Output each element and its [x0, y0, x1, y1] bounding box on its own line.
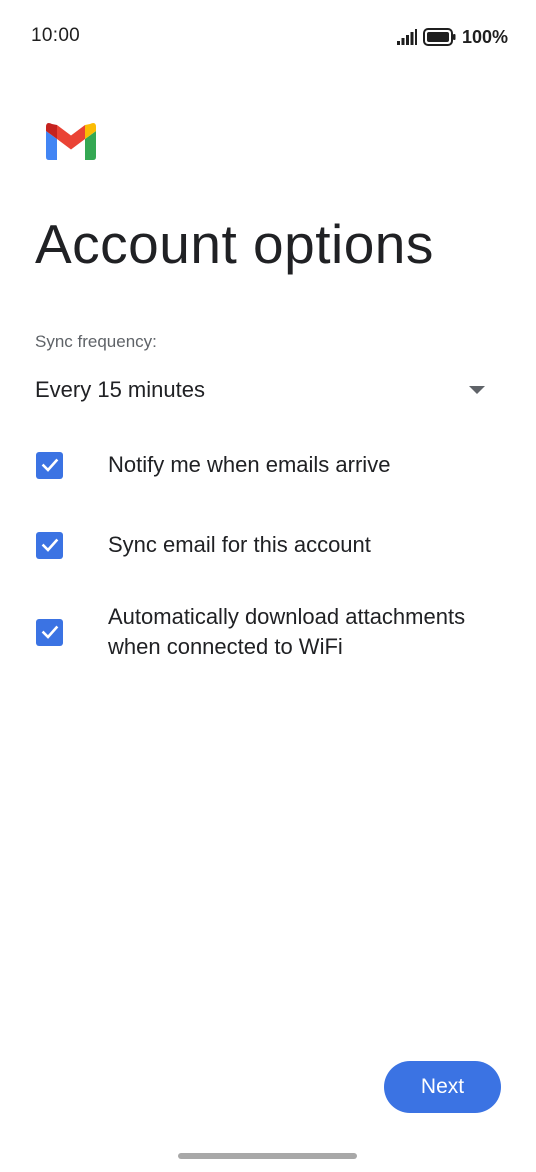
sync-email-label: Sync email for this account: [108, 532, 371, 557]
status-time: 10:00: [31, 25, 81, 46]
option-attachments-row[interactable]: Automatically download attachments when …: [36, 602, 506, 662]
sync-frequency-dropdown[interactable]: Every 15 minutes: [35, 370, 495, 410]
next-button[interactable]: Next: [384, 1061, 501, 1113]
attachments-checkbox[interactable]: [36, 618, 63, 646]
battery-level: 100%: [461, 26, 508, 47]
checkmark-icon: [41, 538, 58, 552]
gmail-logo-icon: [46, 123, 96, 160]
sync-email-checkbox[interactable]: [36, 531, 63, 559]
checkmark-icon: [41, 625, 58, 639]
page-title: Account options: [35, 213, 434, 275]
home-indicator[interactable]: [178, 1153, 357, 1159]
signal-icon: [396, 29, 417, 45]
sync-frequency-label: Sync frequency:: [35, 332, 157, 351]
option-notify-row[interactable]: Notify me when emails arrive: [36, 450, 506, 480]
notify-label: Notify me when emails arrive: [108, 452, 391, 477]
option-sync-row[interactable]: Sync email for this account: [36, 530, 506, 560]
battery-icon: [422, 28, 456, 46]
sync-frequency-value: Every 15 minutes: [35, 377, 205, 402]
checkmark-icon: [41, 458, 58, 472]
notify-checkbox[interactable]: [36, 451, 63, 479]
attachments-label: Automatically download attachments when …: [108, 604, 466, 659]
status-icons: 100%: [396, 26, 508, 48]
dropdown-arrow-icon: [469, 386, 485, 394]
status-bar: 10:00 100%: [0, 0, 536, 72]
